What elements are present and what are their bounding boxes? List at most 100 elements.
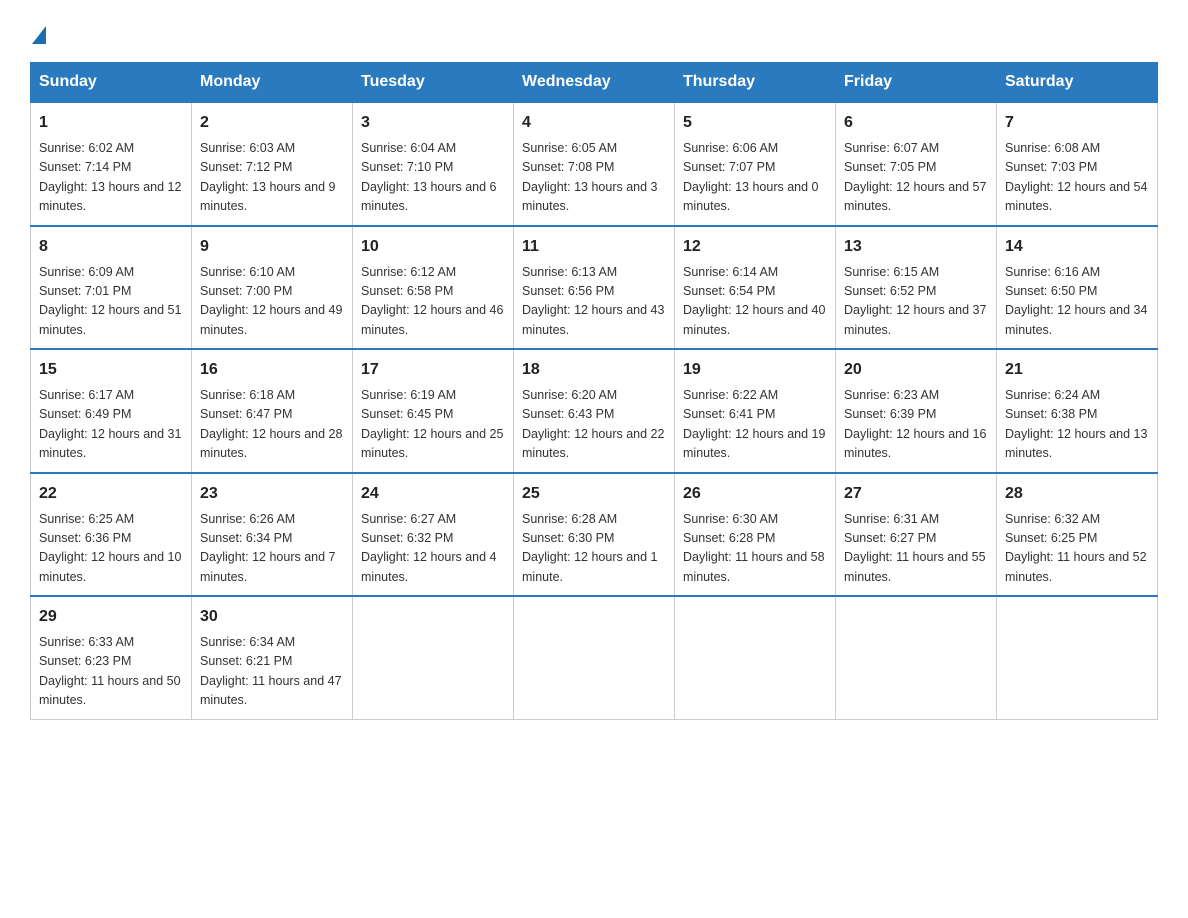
calendar-header-tuesday: Tuesday (353, 63, 514, 103)
calendar-cell: 21Sunrise: 6:24 AMSunset: 6:38 PMDayligh… (997, 349, 1158, 473)
day-info: Sunrise: 6:13 AMSunset: 6:56 PMDaylight:… (522, 263, 666, 341)
day-info: Sunrise: 6:04 AMSunset: 7:10 PMDaylight:… (361, 139, 505, 217)
day-number: 1 (39, 111, 183, 135)
day-info: Sunrise: 6:02 AMSunset: 7:14 PMDaylight:… (39, 139, 183, 217)
calendar-cell: 23 Sunrise: 6:26 AMSunset: 6:34 PMDayligh… (192, 473, 353, 597)
calendar-cell: 16Sunrise: 6:18 AMSunset: 6:47 PMDayligh… (192, 349, 353, 473)
day-number: 12 (683, 235, 827, 259)
calendar-week-row: 8 Sunrise: 6:09 AMSunset: 7:01 PMDaylight… (31, 226, 1158, 350)
calendar-cell: 20 Sunrise: 6:23 AMSunset: 6:39 PMDayligh… (836, 349, 997, 473)
day-number: 23 (200, 482, 344, 506)
calendar-cell: 14 Sunrise: 6:16 AMSunset: 6:50 PMDayligh… (997, 226, 1158, 350)
logo-triangle-icon (32, 26, 46, 44)
day-info: Sunrise: 6:34 AMSunset: 6:21 PMDaylight:… (200, 633, 344, 711)
day-number: 7 (1005, 111, 1149, 135)
calendar-header-sunday: Sunday (31, 63, 192, 103)
calendar-cell: 1 Sunrise: 6:02 AMSunset: 7:14 PMDaylight… (31, 102, 192, 226)
calendar-week-row: 22Sunrise: 6:25 AMSunset: 6:36 PMDayligh… (31, 473, 1158, 597)
day-info: Sunrise: 6:14 AMSunset: 6:54 PMDaylight:… (683, 263, 827, 341)
calendar-cell (353, 596, 514, 719)
day-info: Sunrise: 6:05 AMSunset: 7:08 PMDaylight:… (522, 139, 666, 217)
day-number: 5 (683, 111, 827, 135)
calendar-cell: 19 Sunrise: 6:22 AMSunset: 6:41 PMDayligh… (675, 349, 836, 473)
calendar-cell (675, 596, 836, 719)
day-info: Sunrise: 6:33 AMSunset: 6:23 PMDaylight:… (39, 633, 183, 711)
day-number: 8 (39, 235, 183, 259)
calendar-table: SundayMondayTuesdayWednesdayThursdayFrid… (30, 62, 1158, 720)
day-info: Sunrise: 6:27 AMSunset: 6:32 PMDaylight:… (361, 510, 505, 588)
day-info: Sunrise: 6:20 AMSunset: 6:43 PMDaylight:… (522, 386, 666, 464)
calendar-cell: 2 Sunrise: 6:03 AMSunset: 7:12 PMDaylight… (192, 102, 353, 226)
day-info: Sunrise: 6:12 AMSunset: 6:58 PMDaylight:… (361, 263, 505, 341)
day-number: 30 (200, 605, 344, 629)
day-number: 13 (844, 235, 988, 259)
calendar-cell: 8 Sunrise: 6:09 AMSunset: 7:01 PMDaylight… (31, 226, 192, 350)
day-number: 29 (39, 605, 183, 629)
calendar-cell: 29 Sunrise: 6:33 AMSunset: 6:23 PMDayligh… (31, 596, 192, 719)
day-number: 18 (522, 358, 666, 382)
day-info: Sunrise: 6:15 AMSunset: 6:52 PMDaylight:… (844, 263, 988, 341)
day-info: Sunrise: 6:10 AMSunset: 7:00 PMDaylight:… (200, 263, 344, 341)
page-header (30, 30, 1158, 42)
calendar-header-row: SundayMondayTuesdayWednesdayThursdayFrid… (31, 63, 1158, 103)
day-number: 4 (522, 111, 666, 135)
calendar-cell: 7 Sunrise: 6:08 AMSunset: 7:03 PMDaylight… (997, 102, 1158, 226)
calendar-cell: 4 Sunrise: 6:05 AMSunset: 7:08 PMDaylight… (514, 102, 675, 226)
calendar-cell: 6 Sunrise: 6:07 AMSunset: 7:05 PMDaylight… (836, 102, 997, 226)
day-number: 22 (39, 482, 183, 506)
calendar-cell: 27Sunrise: 6:31 AMSunset: 6:27 PMDayligh… (836, 473, 997, 597)
calendar-cell: 18 Sunrise: 6:20 AMSunset: 6:43 PMDayligh… (514, 349, 675, 473)
day-number: 24 (361, 482, 505, 506)
calendar-week-row: 29 Sunrise: 6:33 AMSunset: 6:23 PMDayligh… (31, 596, 1158, 719)
day-info: Sunrise: 6:09 AMSunset: 7:01 PMDaylight:… (39, 263, 183, 341)
calendar-cell: 12 Sunrise: 6:14 AMSunset: 6:54 PMDayligh… (675, 226, 836, 350)
calendar-cell (836, 596, 997, 719)
day-info: Sunrise: 6:07 AMSunset: 7:05 PMDaylight:… (844, 139, 988, 217)
calendar-cell (997, 596, 1158, 719)
day-number: 17 (361, 358, 505, 382)
day-info: Sunrise: 6:18 AMSunset: 6:47 PMDaylight:… (200, 386, 344, 464)
day-number: 15 (39, 358, 183, 382)
day-info: Sunrise: 6:16 AMSunset: 6:50 PMDaylight:… (1005, 263, 1149, 341)
day-number: 20 (844, 358, 988, 382)
day-number: 26 (683, 482, 827, 506)
calendar-cell: 5 Sunrise: 6:06 AMSunset: 7:07 PMDaylight… (675, 102, 836, 226)
day-info: Sunrise: 6:03 AMSunset: 7:12 PMDaylight:… (200, 139, 344, 217)
calendar-cell: 17 Sunrise: 6:19 AMSunset: 6:45 PMDayligh… (353, 349, 514, 473)
day-info: Sunrise: 6:22 AMSunset: 6:41 PMDaylight:… (683, 386, 827, 464)
calendar-cell: 9Sunrise: 6:10 AMSunset: 7:00 PMDaylight… (192, 226, 353, 350)
day-info: Sunrise: 6:28 AMSunset: 6:30 PMDaylight:… (522, 510, 666, 588)
day-number: 25 (522, 482, 666, 506)
calendar-cell: 30 Sunrise: 6:34 AMSunset: 6:21 PMDayligh… (192, 596, 353, 719)
day-info: Sunrise: 6:17 AMSunset: 6:49 PMDaylight:… (39, 386, 183, 464)
calendar-cell: 13 Sunrise: 6:15 AMSunset: 6:52 PMDayligh… (836, 226, 997, 350)
day-number: 6 (844, 111, 988, 135)
calendar-header-thursday: Thursday (675, 63, 836, 103)
calendar-cell: 28Sunrise: 6:32 AMSunset: 6:25 PMDayligh… (997, 473, 1158, 597)
calendar-cell (514, 596, 675, 719)
day-info: Sunrise: 6:23 AMSunset: 6:39 PMDaylight:… (844, 386, 988, 464)
day-info: Sunrise: 6:06 AMSunset: 7:07 PMDaylight:… (683, 139, 827, 217)
day-info: Sunrise: 6:19 AMSunset: 6:45 PMDaylight:… (361, 386, 505, 464)
day-info: Sunrise: 6:24 AMSunset: 6:38 PMDaylight:… (1005, 386, 1149, 464)
calendar-week-row: 1 Sunrise: 6:02 AMSunset: 7:14 PMDaylight… (31, 102, 1158, 226)
calendar-cell: 10 Sunrise: 6:12 AMSunset: 6:58 PMDayligh… (353, 226, 514, 350)
day-number: 11 (522, 235, 666, 259)
day-number: 14 (1005, 235, 1149, 259)
day-info: Sunrise: 6:30 AMSunset: 6:28 PMDaylight:… (683, 510, 827, 588)
calendar-cell: 15 Sunrise: 6:17 AMSunset: 6:49 PMDayligh… (31, 349, 192, 473)
day-number: 2 (200, 111, 344, 135)
calendar-week-row: 15 Sunrise: 6:17 AMSunset: 6:49 PMDayligh… (31, 349, 1158, 473)
day-number: 3 (361, 111, 505, 135)
calendar-cell: 26 Sunrise: 6:30 AMSunset: 6:28 PMDayligh… (675, 473, 836, 597)
day-info: Sunrise: 6:26 AMSunset: 6:34 PMDaylight:… (200, 510, 344, 588)
day-info: Sunrise: 6:08 AMSunset: 7:03 PMDaylight:… (1005, 139, 1149, 217)
calendar-header-wednesday: Wednesday (514, 63, 675, 103)
calendar-cell: 11 Sunrise: 6:13 AMSunset: 6:56 PMDayligh… (514, 226, 675, 350)
day-number: 10 (361, 235, 505, 259)
calendar-cell: 22Sunrise: 6:25 AMSunset: 6:36 PMDayligh… (31, 473, 192, 597)
calendar-header-friday: Friday (836, 63, 997, 103)
day-number: 19 (683, 358, 827, 382)
calendar-cell: 24 Sunrise: 6:27 AMSunset: 6:32 PMDayligh… (353, 473, 514, 597)
calendar-header-saturday: Saturday (997, 63, 1158, 103)
